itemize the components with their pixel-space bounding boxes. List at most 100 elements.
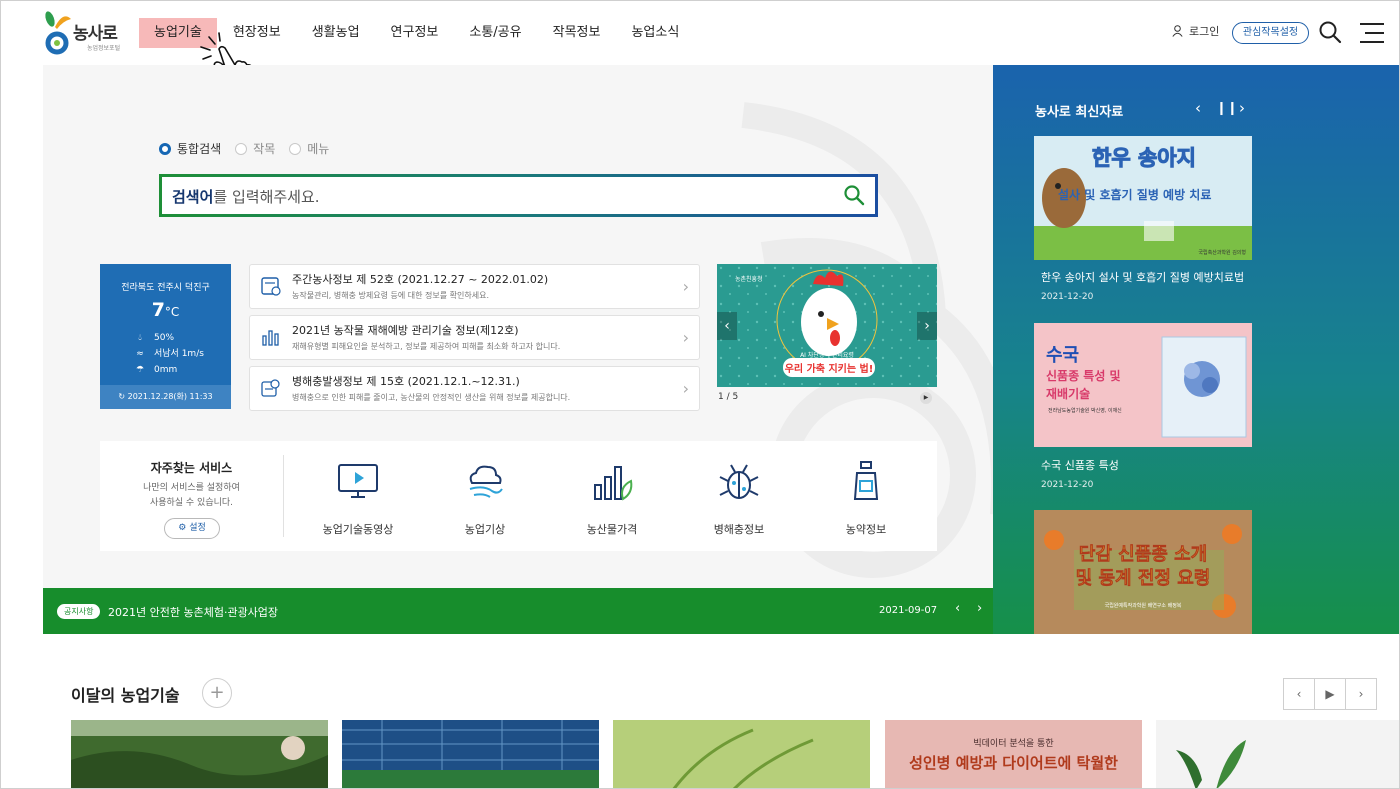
login-label: 로그인: [1189, 25, 1220, 38]
info-item-pest-occurrence[interactable]: 병해충발생정보 제 15호 (2021.12.1.~12.31.) 병해충으로 …: [249, 366, 700, 411]
user-icon: [1172, 25, 1183, 37]
pause-icon[interactable]: ❙❙: [1216, 101, 1238, 116]
service-product-price[interactable]: 농산물가격: [552, 459, 672, 539]
nav-item-life-agri[interactable]: 생활농업: [297, 18, 375, 48]
latest-materials-panel: 농사로 최신자료 ‹ ❙❙ › 한우 송아지 설사 및 호흡기 질병 예방 치료…: [993, 65, 1399, 634]
notice-bar: 공지사항 2021년 안전한 농촌체험·관광사업장 2021-09-07 ‹ ›: [43, 588, 993, 634]
weather-updated-time: ↻ 2021.12.28(화) 11:33: [100, 385, 231, 409]
thumb-caption-top: 빅데이터 분석을 통한: [973, 739, 1054, 749]
nav-item-research[interactable]: 연구정보: [376, 18, 454, 48]
rain-icon: ☂: [135, 365, 145, 375]
chevron-left-icon[interactable]: ‹: [1195, 99, 1201, 117]
card-image-calf[interactable]: 한우 송아지 설사 및 호흡기 질병 예방 치료 국립축산과학원 김의형: [1034, 136, 1252, 260]
pager-next-button[interactable]: ›: [1346, 679, 1376, 709]
notice-prev-icon[interactable]: ‹: [955, 601, 960, 616]
droplet-icon: 💧︎: [138, 333, 142, 343]
search-icon[interactable]: [1318, 20, 1342, 44]
nav-item-crop-info[interactable]: 작목정보: [538, 18, 616, 48]
banner-subtitle: AI 차단방역 관리요령: [800, 352, 854, 359]
service-agri-weather[interactable]: 농업기상: [425, 459, 545, 539]
services-title: 자주찾는 서비스: [150, 461, 233, 475]
search-submit-icon[interactable]: [843, 184, 865, 206]
notice-badge: 공지사항: [57, 604, 101, 619]
pager-play-button[interactable]: ▶: [1315, 679, 1346, 709]
card-image-hydrangea[interactable]: 수국 신품종 특성 및 재배기술 전라남도농업기술원 박신영, 이재신: [1034, 323, 1252, 447]
card-date: 2021-12-20: [1041, 480, 1094, 490]
hamburger-menu-icon[interactable]: [1360, 22, 1384, 44]
card-image-persimmon[interactable]: 단감 신품종 소개 및 동계 전정 요령 국립원예특작과학원 배연구소 배정복: [1034, 510, 1252, 634]
wheat-field-photo: [613, 720, 870, 788]
login-link[interactable]: 로그인: [1172, 23, 1219, 39]
info-title: 2021년 농작물 재해예방 관리기술 정보(제12호): [292, 324, 519, 337]
panel-title: 농사로 최신자료: [1035, 105, 1124, 120]
chevron-right-icon: ›: [682, 328, 689, 347]
card-title-link[interactable]: 수국 신품종 특성: [1041, 457, 1119, 473]
radio-menu[interactable]: 메뉴: [289, 140, 329, 157]
service-label: 농약정보: [845, 523, 887, 536]
monthly-thumb-1[interactable]: [71, 720, 328, 788]
greenhouse-photo: [342, 720, 599, 788]
radio-label: 작목: [253, 142, 276, 156]
service-agri-video[interactable]: 농업기술동영상: [298, 459, 418, 539]
monthly-thumb-2[interactable]: [342, 720, 599, 788]
radio-crop[interactable]: 작목: [235, 140, 275, 157]
info-title: 병해충발생정보 제 15호 (2021.12.1.~12.31.): [292, 375, 520, 388]
card-image-author: 국립원예특작과학원 배연구소 배정복: [1104, 603, 1182, 609]
nav-item-agri-news[interactable]: 농업소식: [616, 18, 694, 48]
houseplant-photo: [1156, 720, 1399, 788]
wind-row: ≈ 서남서 1m/s: [134, 346, 204, 362]
banner-prev-button[interactable]: ‹: [717, 312, 737, 340]
monthly-section-title: 이달의 농업기술: [71, 686, 180, 705]
weather-details: 💧︎ 50% ≈ 서남서 1m/s ☂ 0mm: [134, 330, 204, 378]
notice-next-icon[interactable]: ›: [977, 601, 982, 616]
logo-subtext: 농업정보포털: [87, 45, 121, 52]
frequent-services: 자주찾는 서비스 나만의 서비스를 설정하여 사용하실 수 있습니다. ⚙ 설정 …: [100, 441, 937, 551]
radio-label: 메뉴: [307, 142, 330, 156]
search-input[interactable]: 검색어를 입력해주세요.: [159, 174, 878, 217]
weather-icon: [469, 465, 503, 498]
card-image-title: 단감 신품종 소개: [1078, 544, 1208, 566]
divider: [283, 455, 284, 537]
promo-banner[interactable]: 농촌진흥청 AI 차단방역 관리요령 우리 가축 지키는 법! ‹ ›: [717, 264, 937, 387]
card-title-link[interactable]: 한우 송아지 설사 및 호흡기 질병 예방치료법: [1041, 269, 1244, 285]
card-image-title: 한우 송아지: [1092, 146, 1197, 171]
humidity-value: 50%: [154, 333, 175, 343]
info-item-weekly-farming[interactable]: 주간농사정보 제 52호 (2021.12.27 ~ 2022.01.02) 농…: [249, 264, 700, 309]
services-setting-button[interactable]: ⚙ 설정: [164, 518, 220, 539]
nav-item-community[interactable]: 소통/공유: [454, 18, 536, 48]
card-image-subtitle: 및 동계 전정 요령: [1075, 568, 1211, 590]
banner-org: 농촌진흥청: [735, 276, 763, 283]
chevron-right-icon[interactable]: ›: [1239, 99, 1245, 117]
banner-counter: 1 / 5: [718, 392, 739, 402]
monthly-thumb-4[interactable]: 빅데이터 분석을 통한 성인병 예방과 다이어트에 탁월한: [885, 720, 1142, 788]
page-frame: 농사로 농업정보포털 농업기술 현장정보 생활농업 연구정보 소통/공유 작목정…: [0, 0, 1400, 789]
rain-value: 0mm: [154, 365, 178, 375]
monthly-thumb-3[interactable]: [613, 720, 870, 788]
service-pesticide-info[interactable]: 농약정보: [806, 459, 926, 539]
info-desc: 재해유형별 피해요인을 분석하고, 정보를 제공하여 피해를 최소화 하고자 합…: [292, 342, 561, 351]
weather-location: 전라북도 전주시 덕진구: [121, 283, 210, 293]
pest-report-icon: [261, 379, 280, 397]
banner-play-icon[interactable]: ▶: [920, 392, 932, 404]
calendar-doc-icon: [261, 277, 281, 296]
card-image-author: 전라남도농업기술원 박신영, 이재신: [1048, 408, 1122, 414]
info-title: 주간농사정보 제 52호 (2021.12.27 ~ 2022.01.02): [292, 273, 549, 286]
service-pest-info[interactable]: 병해충정보: [679, 459, 799, 539]
banner-next-button[interactable]: ›: [917, 312, 937, 340]
monthly-thumb-5[interactable]: [1156, 720, 1399, 788]
info-item-disaster-prevention[interactable]: 2021년 농작물 재해예방 관리기술 정보(제12호) 재해유형별 피해요인을…: [249, 315, 700, 360]
notice-date: 2021-09-07: [879, 605, 938, 616]
card-image-author: 국립축산과학원 김의형: [1198, 250, 1246, 256]
chevron-right-icon: ›: [682, 379, 689, 398]
service-label: 농업기상: [464, 523, 506, 536]
chart-doc-icon: [262, 330, 279, 346]
weather-widget[interactable]: 전라북도 전주시 덕진구 7°C 💧︎ 50% ≈ 서남서 1m/s ☂ 0mm ↻ …: [100, 264, 231, 409]
notice-text-link[interactable]: 2021년 안전한 농촌체험·관광사업장: [108, 604, 278, 620]
favorite-crop-button[interactable]: 관심작목설정: [1232, 22, 1309, 44]
more-plus-button[interactable]: +: [202, 678, 232, 708]
info-desc: 농작물관리, 병해충 방제요령 등에 대한 정보를 확인하세요.: [292, 291, 489, 300]
pager-prev-button[interactable]: ‹: [1284, 679, 1315, 709]
header: 농사로 농업정보포털 농업기술 현장정보 생활농업 연구정보 소통/공유 작목정…: [1, 1, 1399, 90]
bug-icon: [719, 464, 759, 499]
radio-integrated-search[interactable]: 통합검색: [159, 140, 221, 157]
